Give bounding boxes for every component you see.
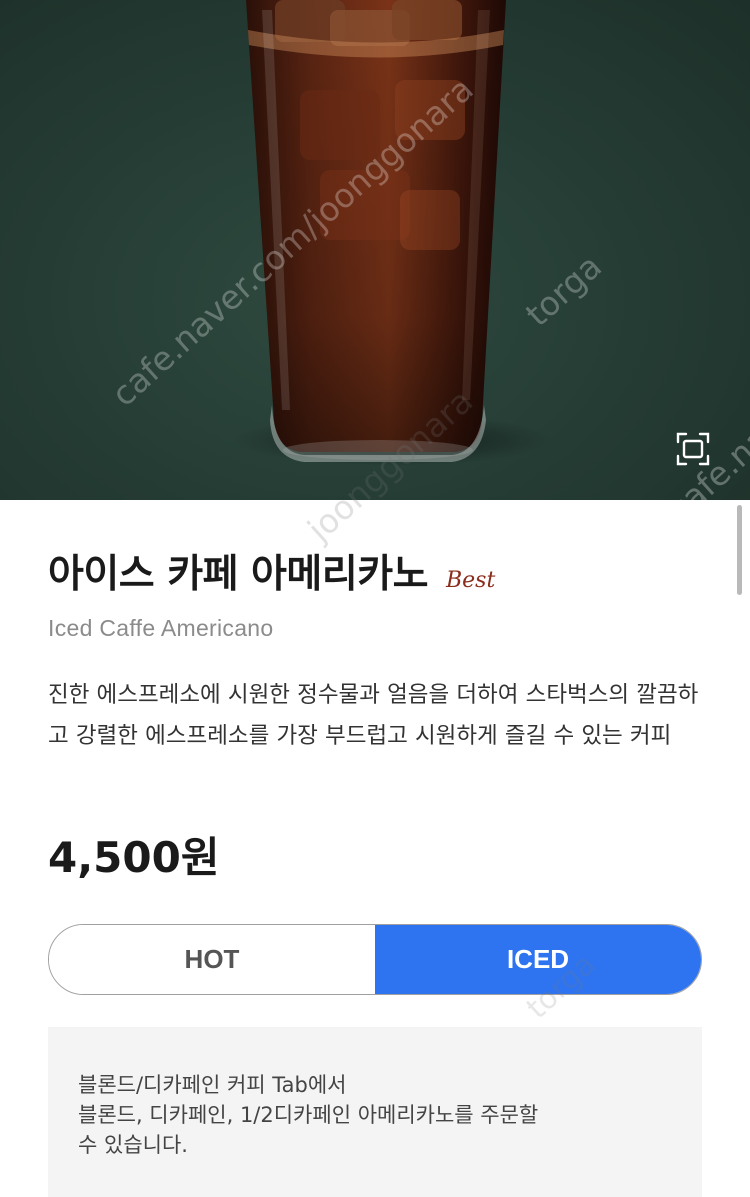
notice-line: 수 있습니다. xyxy=(78,1133,188,1157)
temperature-toggle: HOT ICED xyxy=(48,924,702,995)
notice-line: 블론드, 디카페인, 1/2디카페인 아메리카노를 주문할 xyxy=(78,1103,539,1127)
notice-line: 블론드/디카페인 커피 Tab에서 xyxy=(78,1073,347,1097)
product-title-row: 아이스 카페 아메리카노 Best xyxy=(48,543,495,599)
iced-americano-image xyxy=(232,0,552,466)
expand-image-button[interactable] xyxy=(672,428,714,470)
product-price: 4,500원 xyxy=(48,833,220,882)
decaf-notice-box: 블론드/디카페인 커피 Tab에서 블론드, 디카페인, 1/2디카페인 아메리… xyxy=(48,1027,702,1197)
hot-option-button[interactable]: HOT xyxy=(49,925,375,994)
product-image: cafe.naver.com/joonggonara torga cafe.na… xyxy=(0,0,750,500)
best-badge: Best xyxy=(445,568,496,593)
product-english-name: Iced Caffe Americano xyxy=(48,615,274,641)
expand-icon xyxy=(676,432,710,466)
product-description: 진한 에스프레소에 시원한 정수물과 얼음을 더하여 스타벅스의 깔끔하고 강렬… xyxy=(48,682,699,749)
scrollbar[interactable] xyxy=(737,505,742,595)
product-name: 아이스 카페 아메리카노 xyxy=(48,552,428,597)
